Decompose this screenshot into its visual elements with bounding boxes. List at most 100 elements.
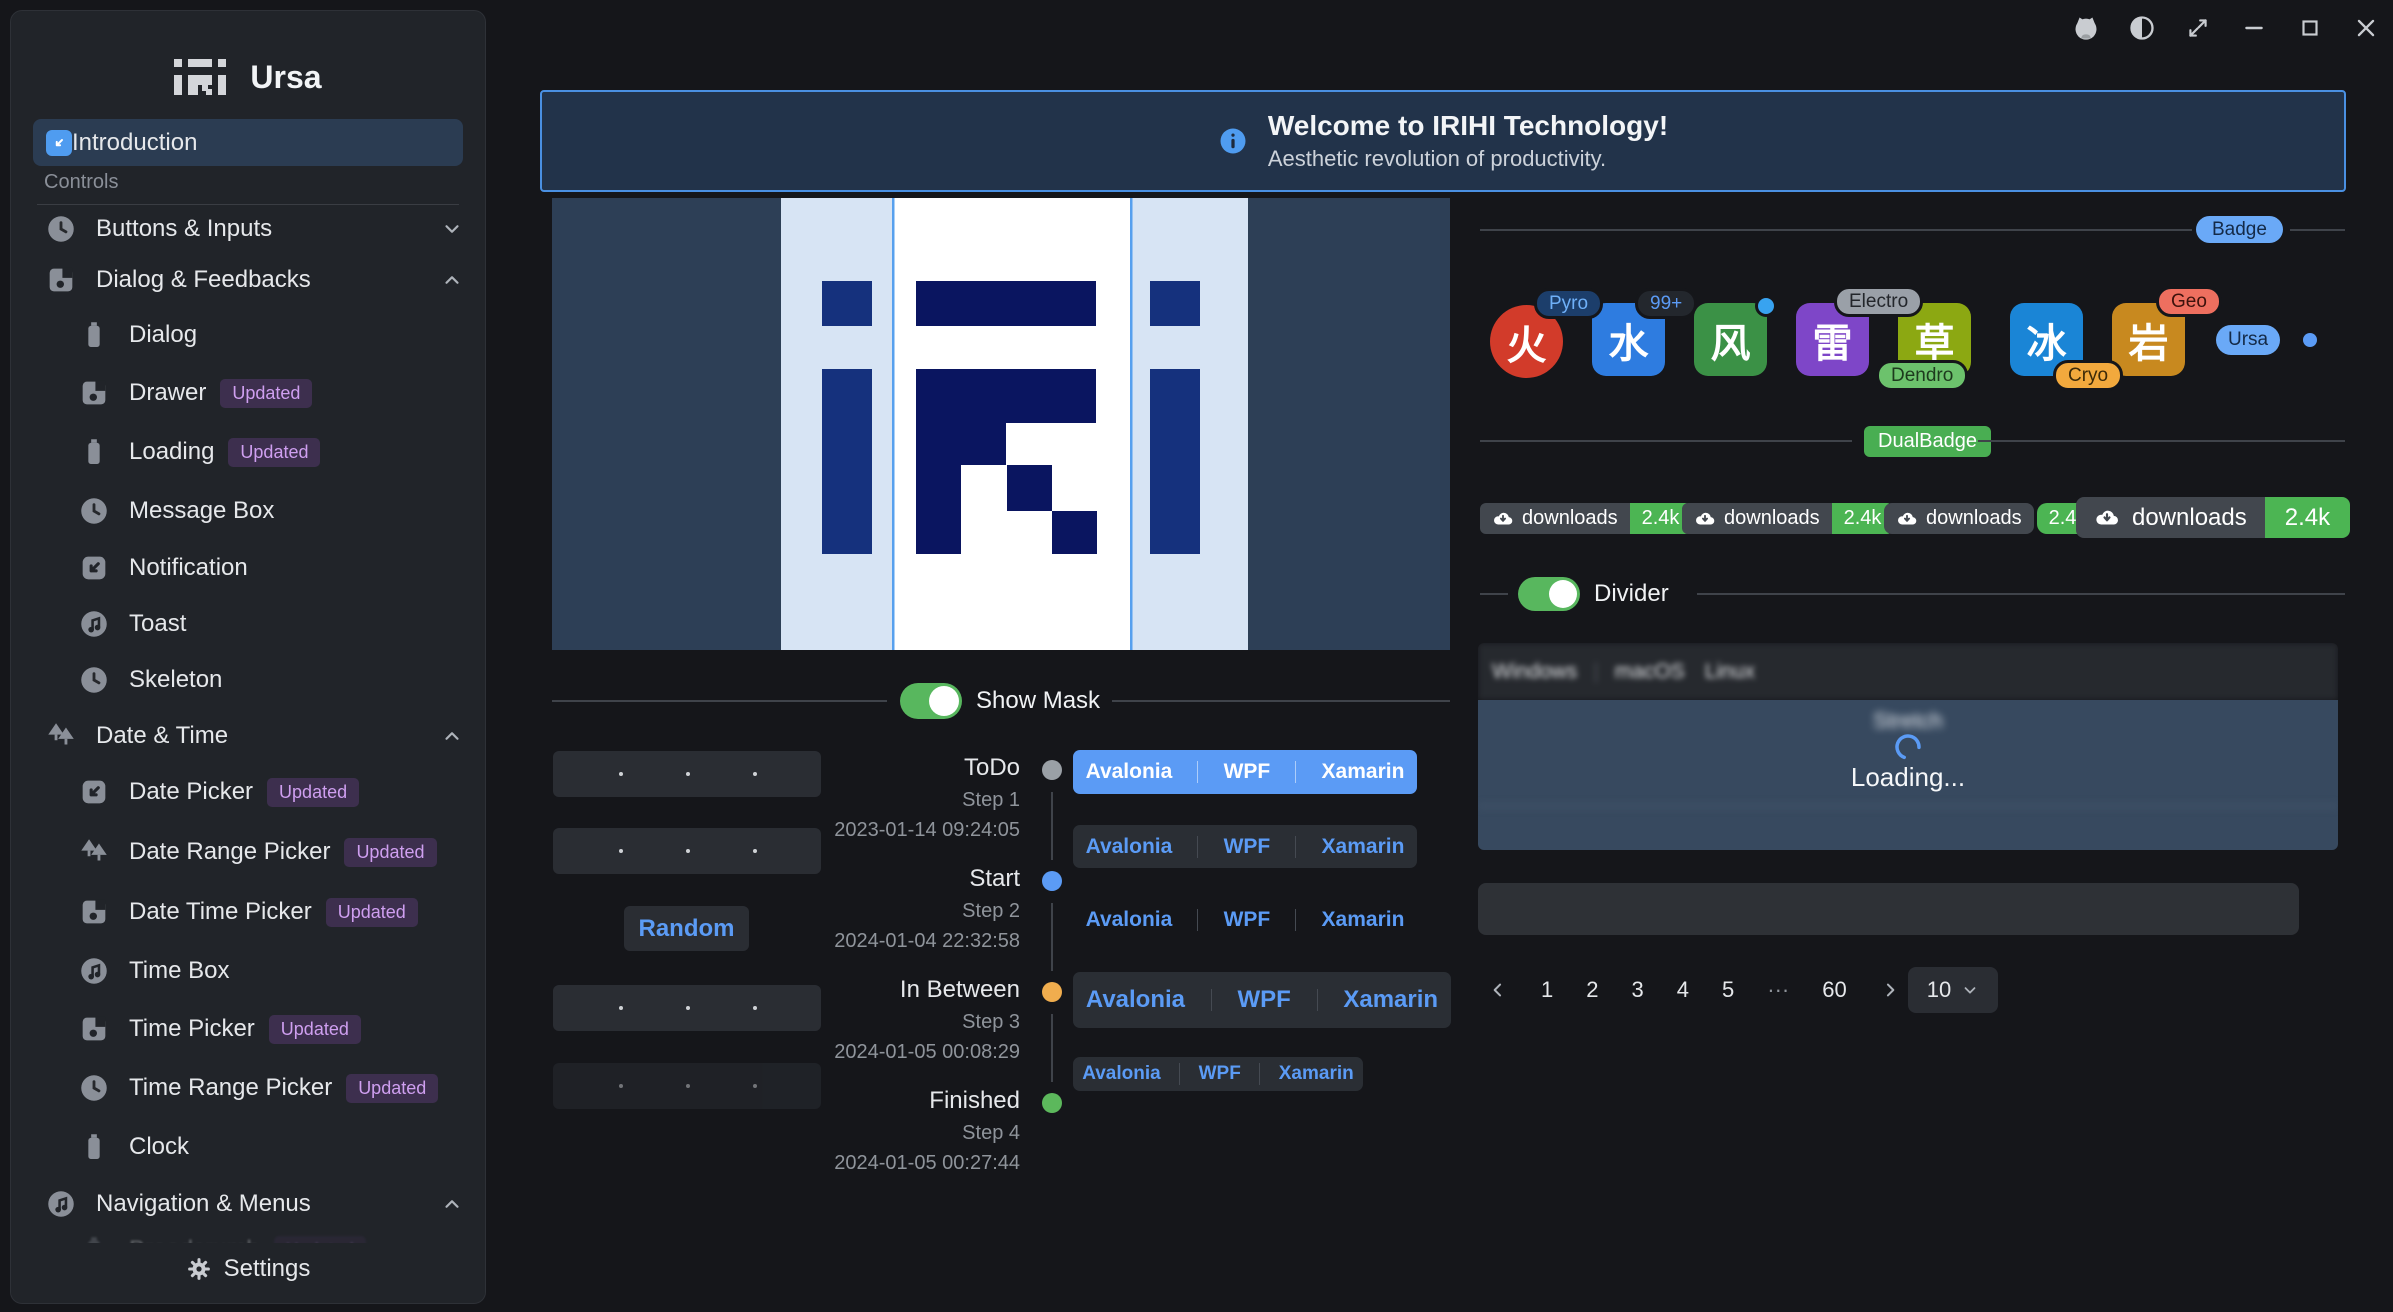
- sidebar-item-toast[interactable]: Toast: [11, 599, 485, 649]
- sidebar-item-message-box[interactable]: Message Box: [11, 486, 485, 536]
- arrow-tile-icon: [77, 551, 111, 585]
- avalonia-button[interactable]: Avalonia: [1086, 908, 1173, 932]
- xamarin-button[interactable]: Xamarin: [1322, 908, 1405, 932]
- page-button[interactable]: 60: [1822, 977, 1846, 1003]
- sidebar-item-date-range-picker[interactable]: Date Range Picker Updated: [11, 827, 485, 877]
- sidebar-item-introduction[interactable]: Introduction: [33, 119, 463, 166]
- github-icon[interactable]: [2071, 13, 2101, 43]
- tab-windows[interactable]: Windows: [1492, 660, 1577, 684]
- floppy-icon: [77, 1012, 111, 1046]
- prev-page-icon[interactable]: [1488, 980, 1508, 1000]
- xamarin-button[interactable]: Xamarin: [1322, 835, 1405, 859]
- close-icon[interactable]: [2351, 13, 2381, 43]
- sidebar-item-date-time-picker[interactable]: Date Time Picker Updated: [11, 887, 485, 937]
- divider-toggle[interactable]: [1518, 577, 1580, 611]
- timebox-field-1[interactable]: [553, 751, 821, 797]
- sidebar-item-label: Navigation & Menus: [96, 1190, 311, 1218]
- minimize-icon[interactable]: [2239, 13, 2269, 43]
- sidebar-item-label: Date Time Picker: [129, 898, 312, 926]
- xamarin-button[interactable]: Xamarin: [1343, 986, 1438, 1014]
- cloud-download-icon: [1896, 508, 1918, 530]
- loading-label: Loading...: [1478, 762, 2338, 793]
- divider-line: [1697, 593, 2345, 595]
- chevron-up-icon: [441, 725, 463, 747]
- page-button[interactable]: 4: [1677, 977, 1689, 1003]
- wpf-button[interactable]: WPF: [1224, 760, 1271, 784]
- settings-button[interactable]: Settings: [11, 1243, 485, 1295]
- sidebar-item-date-time[interactable]: Date & Time: [11, 711, 485, 761]
- sidebar-item-navigation-menus[interactable]: Navigation & Menus: [11, 1179, 485, 1229]
- wpf-button[interactable]: WPF: [1199, 1063, 1241, 1085]
- sidebar-item-clock[interactable]: Clock: [11, 1122, 485, 1172]
- chevron-down-icon: [441, 218, 463, 240]
- timebox-field-3[interactable]: [553, 985, 821, 1031]
- platform-group-borderless: Avalonia WPF Xamarin: [1073, 899, 1417, 941]
- page-button[interactable]: 3: [1632, 977, 1644, 1003]
- step-item: ToDoStep 12023-01-14 09:24:05: [830, 754, 1020, 842]
- floppy-icon: [77, 895, 111, 929]
- downloads-badge: downloads 2.4k: [1884, 503, 2098, 534]
- divider-line: [1480, 440, 1852, 442]
- sidebar-item-time-range-picker[interactable]: Time Range Picker Updated: [11, 1063, 485, 1113]
- page-button[interactable]: 2: [1586, 977, 1598, 1003]
- sidebar-item-loading[interactable]: Loading Updated: [11, 427, 485, 477]
- avalonia-button[interactable]: Avalonia: [1086, 760, 1173, 784]
- tab-linux[interactable]: Linux: [1705, 660, 1755, 684]
- banner-subtitle: Aesthetic revolution of productivity.: [1268, 146, 1668, 172]
- sidebar-item-drawer[interactable]: Drawer Updated: [11, 368, 485, 418]
- maximize-icon[interactable]: [2295, 13, 2325, 43]
- avalonia-button[interactable]: Avalonia: [1086, 986, 1185, 1014]
- wpf-button[interactable]: WPF: [1238, 986, 1291, 1014]
- gear-icon: [186, 1256, 212, 1282]
- wpf-button[interactable]: WPF: [1224, 835, 1271, 859]
- avalonia-button[interactable]: Avalonia: [1086, 835, 1173, 859]
- tab-macos[interactable]: macOS: [1615, 660, 1685, 684]
- divider-line: [2290, 229, 2345, 231]
- steps-timeline: ToDoStep 12023-01-14 09:24:05 StartStep …: [830, 748, 1080, 1188]
- divider-line: [552, 700, 887, 702]
- content-label: Stretch: [1478, 708, 2338, 734]
- page-button[interactable]: 1: [1541, 977, 1553, 1003]
- clock-icon: [77, 494, 111, 528]
- pyro-badge: Pyro: [1534, 288, 1603, 319]
- ellipsis-button[interactable]: ···: [1767, 977, 1789, 1003]
- avalonia-button[interactable]: Avalonia: [1082, 1063, 1161, 1085]
- dualbadge-section-pill: DualBadge: [1864, 426, 1991, 457]
- show-mask-toggle[interactable]: [900, 683, 962, 719]
- welcome-banner: Welcome to IRIHI Technology! Aesthetic r…: [540, 90, 2346, 192]
- updated-badge: Updated: [220, 379, 312, 408]
- wpf-button[interactable]: WPF: [1224, 908, 1271, 932]
- battery-icon: [77, 435, 111, 469]
- random-button[interactable]: Random: [624, 906, 749, 951]
- next-page-icon[interactable]: [1880, 980, 1900, 1000]
- page-button[interactable]: 5: [1722, 977, 1734, 1003]
- empty-input-panel[interactable]: [1478, 883, 2299, 935]
- downloads-badge: downloads 2.4k: [2076, 497, 2350, 538]
- sidebar-item-buttons-inputs[interactable]: Buttons & Inputs: [11, 204, 485, 254]
- step-dot-todo: [1042, 760, 1062, 780]
- sidebar-item-dialog[interactable]: Dialog: [11, 310, 485, 360]
- step-item: FinishedStep 42024-01-05 00:27:44: [830, 1087, 1020, 1175]
- sidebar-item-time-box[interactable]: Time Box: [11, 946, 485, 996]
- xamarin-button[interactable]: Xamarin: [1279, 1063, 1354, 1085]
- show-mask-divider: Show Mask: [552, 682, 1450, 720]
- loading-container: Windows | macOS Linux Stretch Loading...: [1478, 643, 2338, 850]
- sidebar-item-label: Introduction: [72, 129, 197, 157]
- badge-section-pill: Badge: [2196, 216, 2283, 243]
- sidebar-item-time-picker[interactable]: Time Picker Updated: [11, 1004, 485, 1054]
- sidebar: Ursa Introduction Controls Buttons & Inp…: [10, 10, 486, 1304]
- timebox-field-2[interactable]: [553, 828, 821, 874]
- downloads-badge: downloads 2.4k: [1682, 503, 1893, 534]
- fullscreen-icon[interactable]: [2183, 13, 2213, 43]
- page-size-select[interactable]: 10: [1908, 967, 1998, 1013]
- theme-toggle-icon[interactable]: [2127, 13, 2157, 43]
- sidebar-item-notification[interactable]: Notification: [11, 543, 485, 593]
- sidebar-item-date-picker[interactable]: Date Picker Updated: [11, 767, 485, 817]
- sidebar-item-dialog-feedbacks[interactable]: Dialog & Feedbacks: [11, 255, 485, 305]
- clock-icon: [77, 663, 111, 697]
- divider-label: Divider: [1594, 580, 1669, 608]
- xamarin-button[interactable]: Xamarin: [1322, 760, 1405, 784]
- battery-icon: [77, 318, 111, 352]
- divider-line: [1480, 229, 2192, 231]
- sidebar-item-skeleton[interactable]: Skeleton: [11, 655, 485, 705]
